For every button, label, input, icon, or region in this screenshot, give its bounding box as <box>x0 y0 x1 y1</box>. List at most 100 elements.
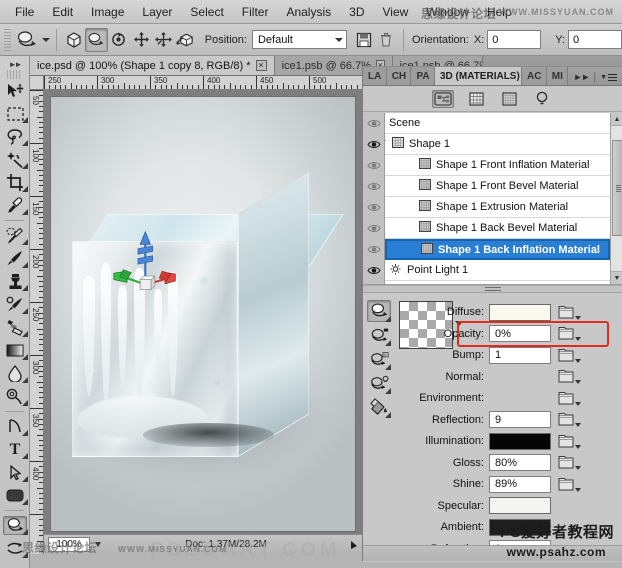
orientation-x-input[interactable]: 0 <box>487 30 542 49</box>
visibility-toggle[interactable] <box>363 134 384 155</box>
tab-paths[interactable]: PA <box>411 67 435 85</box>
panel-menu-icon[interactable]: ▼ <box>600 73 617 81</box>
scrollbar-thumb[interactable] <box>611 140 622 236</box>
filter-meshes-icon[interactable] <box>465 90 487 108</box>
menu-item-view[interactable]: View <box>373 2 417 22</box>
scroll-up-icon[interactable]: ▲ <box>610 113 622 126</box>
3d-object-roll-icon[interactable] <box>108 28 130 52</box>
property-value-input[interactable]: 89% <box>489 475 551 493</box>
scene-tree-row[interactable]: Scene <box>385 113 610 134</box>
property-value-input[interactable]: 80% <box>489 454 551 471</box>
status-bar-chevron-icon[interactable] <box>90 540 106 549</box>
scene-tree-row[interactable]: Shape 1 Back Bevel Material <box>385 218 610 239</box>
scene-tree-scrollbar[interactable]: ▲ ▼ <box>610 113 622 284</box>
visibility-toggle[interactable] <box>363 239 384 260</box>
property-color-swatch[interactable] <box>489 518 551 536</box>
texture-menu-button[interactable] <box>558 434 581 449</box>
tab-channels[interactable]: CH <box>386 67 412 85</box>
menu-item-window[interactable]: Window <box>417 2 478 22</box>
material-drop-tool[interactable] <box>365 299 393 323</box>
tool-horizontal-type[interactable]: T <box>0 438 30 461</box>
tool-3d-object-rotate[interactable] <box>0 514 30 537</box>
scene-tree-row[interactable]: Shape 1 Extrusion Material <box>385 197 610 218</box>
tool-gradient[interactable] <box>0 339 30 362</box>
tool-crop[interactable] <box>0 171 30 194</box>
menu-item-filter[interactable]: Filter <box>233 2 278 22</box>
texture-menu-button[interactable] <box>558 455 581 470</box>
visibility-toggle[interactable] <box>363 113 384 134</box>
menu-item-select[interactable]: Select <box>181 2 232 22</box>
texture-menu-button[interactable] <box>558 391 581 406</box>
visibility-toggle[interactable] <box>363 260 384 281</box>
tool-quick-selection[interactable] <box>0 148 30 171</box>
property-value-input[interactable]: 1 <box>489 346 551 364</box>
texture-menu-button[interactable] <box>558 305 581 320</box>
filter-lights-icon[interactable] <box>531 90 553 108</box>
tool-rectangular-marquee[interactable] <box>0 102 30 125</box>
document-tab-active[interactable]: ice.psd @ 100% (Shape 1 copy 8, RGB/8) *… <box>30 56 275 75</box>
orientation-y-input[interactable]: 0 <box>568 30 622 49</box>
3d-object-scale-cube-icon[interactable] <box>174 28 196 52</box>
tool-3d-camera-rotate[interactable] <box>0 537 30 560</box>
tool-lasso[interactable] <box>0 125 30 148</box>
artboard[interactable] <box>50 96 356 532</box>
tool-move[interactable] <box>0 79 30 102</box>
save-position-icon[interactable] <box>353 28 375 52</box>
double-chevron-right-icon[interactable]: ►► <box>573 72 590 82</box>
zoom-level-input[interactable]: 100% <box>48 537 90 552</box>
toolbox-collapse-button[interactable]: ►► <box>0 58 29 70</box>
3d-object-pan-icon[interactable] <box>130 28 152 52</box>
scene-tree-row[interactable]: Shape 1 <box>385 134 610 155</box>
texture-menu-button[interactable] <box>558 477 581 492</box>
tool-preset-chevron-icon[interactable] <box>42 37 51 42</box>
ice-cube-3d-object[interactable] <box>72 171 345 458</box>
texture-menu-button[interactable] <box>558 348 581 363</box>
tool-brush[interactable] <box>0 247 30 270</box>
toolbox-grip[interactable] <box>7 70 22 79</box>
3d-object-scale-icon[interactable] <box>63 28 85 52</box>
tool-rounded-rectangle[interactable] <box>0 484 30 507</box>
position-select[interactable]: Default <box>251 30 347 49</box>
scrollbar-track[interactable] <box>610 126 622 271</box>
3d-object-rotate-icon[interactable] <box>85 27 108 52</box>
tool-dodge[interactable] <box>0 385 30 408</box>
options-bar-grip[interactable] <box>4 28 11 51</box>
menu-item-file[interactable]: File <box>6 2 43 22</box>
texture-menu-button[interactable] <box>558 369 581 384</box>
close-icon[interactable]: × <box>255 60 267 71</box>
tool-eraser[interactable] <box>0 316 30 339</box>
current-tool-icon[interactable] <box>15 27 40 53</box>
texture-menu-button[interactable] <box>558 412 581 427</box>
3d-axis-widget[interactable] <box>105 229 186 292</box>
document-viewport[interactable]: 100% Doc: 1.37M/28.2M <box>44 90 362 554</box>
tool-pen[interactable] <box>0 415 30 438</box>
scene-tree-list[interactable]: Scene Shape 1 Shape 1 Front Inflation Mate… <box>385 113 610 284</box>
3d-object-slide-icon[interactable] <box>152 28 174 52</box>
menu-item-help[interactable]: Help <box>478 2 521 22</box>
material-light-tool[interactable] <box>365 371 393 395</box>
property-color-swatch[interactable] <box>489 432 551 450</box>
menu-item-image[interactable]: Image <box>82 2 133 22</box>
material-paint-tool[interactable] <box>365 395 393 419</box>
tool-blur[interactable] <box>0 362 30 385</box>
texture-menu-button[interactable] <box>558 326 581 341</box>
tab-3d-materials[interactable]: 3D (MATERIALS) <box>435 67 523 85</box>
tool-clone-stamp[interactable] <box>0 270 30 293</box>
tab-actions[interactable]: AC <box>522 67 547 85</box>
menu-item-layer[interactable]: Layer <box>133 2 181 22</box>
visibility-toggle[interactable] <box>363 176 384 197</box>
menu-item-edit[interactable]: Edit <box>43 2 82 22</box>
property-value-input[interactable]: 9 <box>489 411 551 428</box>
tab-layers[interactable]: LA <box>363 67 387 85</box>
menu-item-analysis[interactable]: Analysis <box>277 2 340 22</box>
scene-tree-row[interactable]: Point Light 1 <box>385 260 610 281</box>
expander-triangle-icon[interactable] <box>385 138 387 150</box>
property-value-input[interactable]: 0% <box>489 325 551 342</box>
menu-item-3d[interactable]: 3D <box>340 2 373 22</box>
property-color-swatch[interactable] <box>489 497 551 514</box>
tool-eyedropper[interactable] <box>0 194 30 217</box>
filter-materials-icon[interactable] <box>498 90 520 108</box>
scene-tree-row[interactable]: Shape 1 Front Bevel Material <box>385 176 610 197</box>
material-mesh-tool[interactable] <box>365 347 393 371</box>
tool-path-selection[interactable] <box>0 461 30 484</box>
